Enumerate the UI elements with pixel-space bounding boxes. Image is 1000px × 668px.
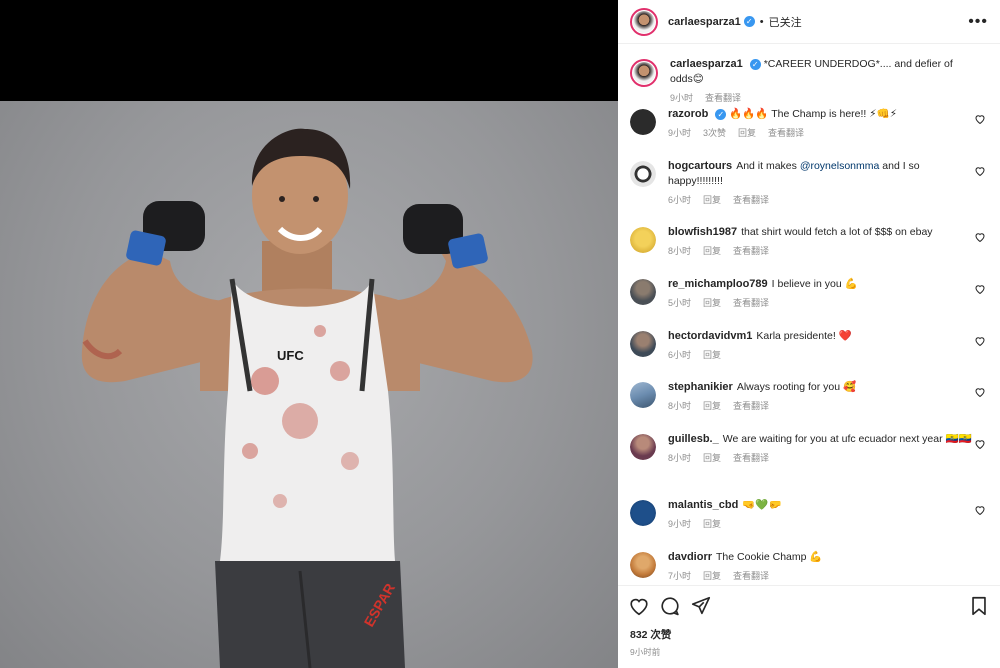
verified-icon: ✓ — [715, 108, 727, 120]
comment-text: The Cookie Champ 💪 — [716, 551, 823, 563]
heart-icon[interactable] — [628, 595, 650, 617]
translate-link[interactable]: 查看翻译 — [733, 453, 769, 463]
comment-text: I believe in you 💪 — [771, 278, 858, 290]
following-button[interactable]: 已关注 — [769, 14, 802, 30]
more-icon[interactable]: ••• — [968, 13, 988, 31]
reply-button[interactable]: 回复 — [703, 453, 721, 463]
comment-item: hogcartours And it makes @roynelsonmma an… — [630, 159, 992, 206]
verified-icon: ✓ — [743, 16, 755, 27]
commenter-avatar[interactable] — [630, 500, 656, 526]
reply-button[interactable]: 回复 — [703, 401, 721, 411]
comment-username[interactable]: stephanikier — [668, 381, 733, 393]
heart-icon[interactable] — [974, 113, 986, 125]
heart-icon[interactable] — [974, 231, 986, 243]
comment-item: davdiorr The Cookie Champ 💪 7小时 回复 查看翻译 — [630, 550, 992, 582]
comment-time: 6小时 — [668, 350, 692, 360]
heart-icon[interactable] — [974, 165, 986, 177]
heart-icon[interactable] — [974, 504, 986, 516]
post-panel: carlaesparza1 ✓ • 已关注 ••• carlaesparza1 ✓… — [618, 0, 1000, 668]
translate-link[interactable]: 查看翻译 — [733, 246, 769, 256]
comment-item: razorob ✓ 🔥🔥🔥 The Champ is here!! ⚡👊⚡ 9小时… — [630, 107, 992, 139]
comments-list[interactable]: carlaesparza1 ✓ *CAREER UNDERDOG*.... and… — [618, 45, 1000, 585]
reply-button[interactable]: 回复 — [703, 298, 721, 308]
separator-dot: • — [759, 15, 764, 28]
comment-time: 5小时 — [668, 298, 692, 308]
reply-button[interactable]: 回复 — [703, 571, 721, 581]
commenter-avatar[interactable] — [630, 382, 656, 408]
commenter-avatar[interactable] — [630, 279, 656, 305]
comment-time: 8小时 — [668, 401, 692, 411]
comment-username[interactable]: guillesb._ — [668, 433, 719, 445]
commenter-avatar[interactable] — [630, 227, 656, 253]
comment-icon[interactable] — [659, 595, 681, 617]
bookmark-icon[interactable] — [968, 595, 990, 617]
heart-icon[interactable] — [974, 438, 986, 450]
action-bar — [618, 585, 1000, 625]
comment-item: hectordavidvm1 Karla presidente! ❤️ 6小时 回复 — [630, 329, 992, 361]
comment-item: stephanikier Always rooting for you 🥰 8小时… — [630, 380, 992, 412]
comment-item: re_michamploo789 I believe in you 💪 5小时 回复… — [630, 277, 992, 309]
comment-text: Karla presidente! ❤️ — [756, 330, 852, 342]
translate-link[interactable]: 查看翻译 — [733, 401, 769, 411]
caption-row: carlaesparza1 ✓ *CAREER UNDERDOG*.... and… — [630, 57, 992, 104]
translate-link[interactable]: 查看翻译 — [733, 298, 769, 308]
comment-item: blowfish1987 that shirt would fetch a lot… — [630, 225, 992, 257]
comment-item: guillesb._ We are waiting for you at ufc … — [630, 432, 992, 464]
comment-item: malantis_cbd 🤜💚🤛 9小时 回复 — [630, 498, 992, 530]
comment-time: 8小时 — [668, 453, 692, 463]
comment-username[interactable]: blowfish1987 — [668, 226, 737, 238]
commenter-avatar[interactable] — [630, 161, 656, 187]
comment-time: 9小时 — [668, 519, 692, 529]
comment-text: And it makes — [736, 160, 800, 172]
comment-text: 🤜💚🤛 — [742, 499, 782, 511]
comment-text: Always rooting for you 🥰 — [736, 381, 857, 393]
reply-button[interactable]: 回复 — [703, 350, 721, 360]
commenter-avatar[interactable] — [630, 109, 656, 135]
comment-text: 🔥🔥🔥 The Champ is here!! ⚡👊⚡ — [729, 108, 898, 120]
comment-text: that shirt would fetch a lot of $$$ on e… — [741, 226, 933, 238]
translate-link[interactable]: 查看翻译 — [733, 571, 769, 581]
reply-button[interactable]: 回复 — [703, 246, 721, 256]
comment-username[interactable]: malantis_cbd — [668, 499, 738, 511]
commenter-avatar[interactable] — [630, 434, 656, 460]
post-media: UFC ESPAR — [0, 0, 618, 668]
commenter-avatar[interactable] — [630, 552, 656, 578]
caption-avatar[interactable] — [630, 59, 658, 87]
share-icon[interactable] — [690, 595, 712, 617]
heart-icon[interactable] — [974, 283, 986, 295]
caption-time: 9小时 — [670, 93, 694, 103]
translate-link[interactable]: 查看翻译 — [705, 93, 741, 103]
comment-time: 6小时 — [668, 195, 692, 205]
translate-link[interactable]: 查看翻译 — [768, 128, 804, 138]
heart-icon[interactable] — [974, 335, 986, 347]
shirt-logo-text: UFC — [277, 348, 304, 363]
comment-time: 8小时 — [668, 246, 692, 256]
comment-username[interactable]: razorob — [668, 108, 708, 120]
comment-like-count[interactable]: 3次赞 — [703, 128, 726, 138]
post-header: carlaesparza1 ✓ • 已关注 ••• — [618, 0, 1000, 44]
caption-username[interactable]: carlaesparza1 — [670, 58, 743, 70]
reply-button[interactable]: 回复 — [703, 195, 721, 205]
author-avatar[interactable] — [630, 7, 658, 36]
heart-icon[interactable] — [974, 386, 986, 398]
translate-link[interactable]: 查看翻译 — [733, 195, 769, 205]
mention-link[interactable]: @roynelsonmma — [800, 160, 880, 172]
comment-username[interactable]: hogcartours — [668, 160, 732, 172]
comment-username[interactable]: re_michamploo789 — [668, 278, 768, 290]
comment-time: 7小时 — [668, 571, 692, 581]
post-timestamp: 9小时前 — [630, 647, 661, 657]
reply-button[interactable]: 回复 — [738, 128, 756, 138]
comment-time: 9小时 — [668, 128, 692, 138]
verified-icon: ✓ — [749, 58, 761, 70]
reply-button[interactable]: 回复 — [703, 519, 721, 529]
commenter-avatar[interactable] — [630, 331, 656, 357]
comment-username[interactable]: davdiorr — [668, 551, 712, 563]
fighter-illustration: UFC ESPAR — [81, 128, 533, 668]
comment-text: We are waiting for you at ufc ecuador ne… — [722, 433, 972, 445]
like-count[interactable]: 832 次赞 — [630, 627, 671, 642]
comment-username[interactable]: hectordavidvm1 — [668, 330, 752, 342]
author-username[interactable]: carlaesparza1 — [668, 16, 741, 28]
